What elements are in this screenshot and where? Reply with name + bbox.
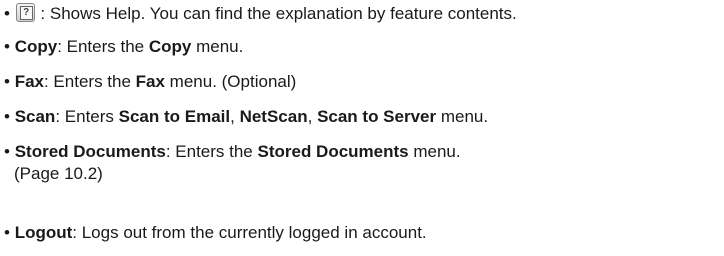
list-item-scan: • Scan: Enters Scan to Email, NetScan, S… xyxy=(4,107,489,126)
list-item-logout: • Logout: Logs out from the currently lo… xyxy=(4,223,427,242)
bullet: • xyxy=(4,223,15,242)
list-item-fax: • Fax: Enters the Fax menu. (Optional) xyxy=(4,72,297,91)
bullet-list: • ? : Shows Help. You can find the expla… xyxy=(0,0,724,256)
list-item-copy: • Copy: Enters the Copy menu. xyxy=(4,37,244,56)
bullet: • xyxy=(4,107,15,126)
help-icon: ? xyxy=(15,3,35,22)
bullet: • xyxy=(4,142,15,161)
list-item-stored-documents: • Stored Documents: Enters the Stored Do… xyxy=(4,142,461,183)
bullet: • xyxy=(4,4,15,23)
page-reference: (Page 10.2) xyxy=(14,164,103,183)
list-item-help: • ? : Shows Help. You can find the expla… xyxy=(4,3,517,23)
bullet: • xyxy=(4,37,15,56)
bullet: • xyxy=(4,72,15,91)
